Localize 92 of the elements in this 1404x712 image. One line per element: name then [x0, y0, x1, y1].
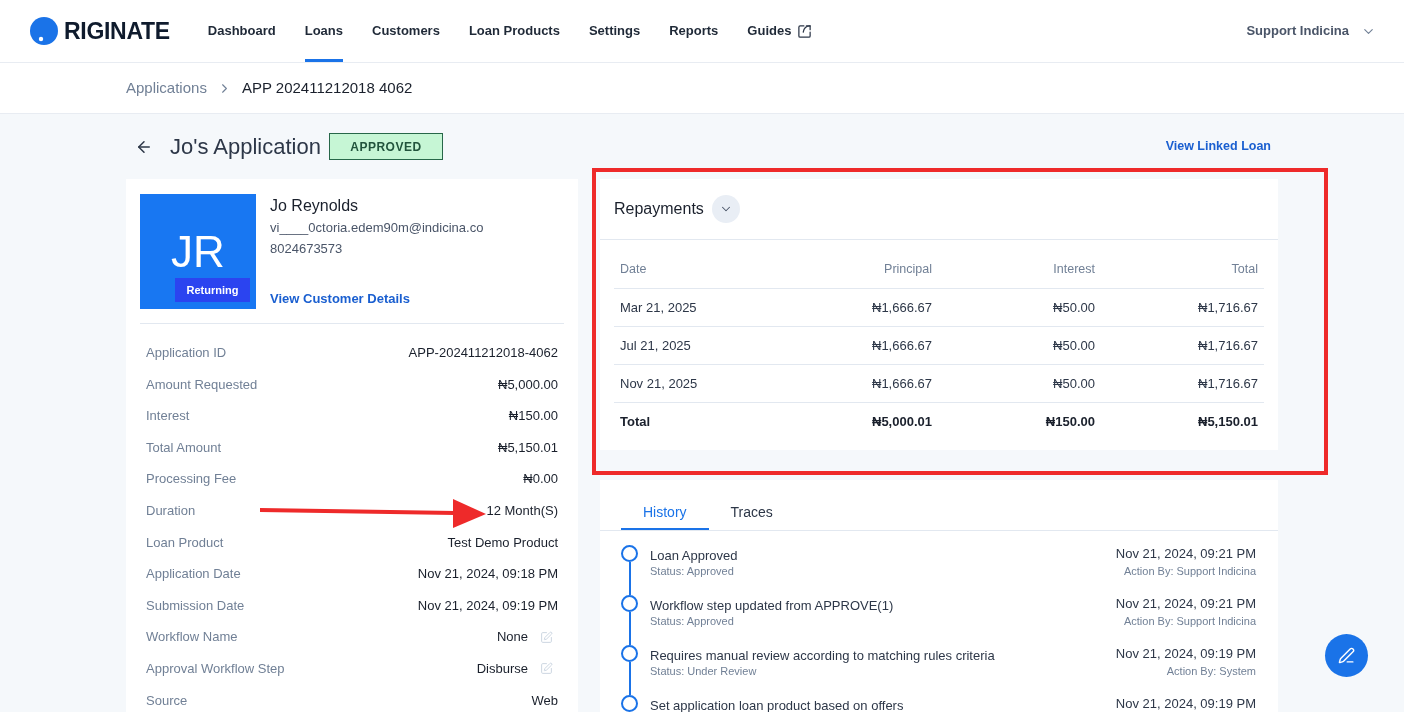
nav-link[interactable]: Settings	[588, 0, 641, 62]
timeline-connector	[628, 562, 631, 595]
total-cell-text: ₦5,000.01	[871, 413, 933, 432]
table-cell-text: ₦1,716.67	[1197, 374, 1259, 393]
detail-label: Workflow Name	[146, 628, 238, 647]
table-cell-text: ₦50.00	[1052, 298, 1096, 317]
column-header: Date	[619, 260, 648, 278]
event-time: Nov 21, 2024, 09:19 PM	[1115, 695, 1256, 712]
event-status: Status: Approved	[650, 614, 735, 629]
customer-tag: Returning	[175, 278, 250, 302]
detail-label: Processing Fee	[146, 470, 237, 489]
event-actor: Action By: Support Indicina	[1123, 564, 1256, 579]
event-title: Requires manual review according to matching rules criteria	[650, 648, 995, 664]
event-status: Status: Under Review	[650, 664, 758, 679]
detail-label: Duration	[146, 502, 196, 520]
detail-value: ₦150.00	[508, 407, 558, 426]
event-actor: Action By: System	[1166, 664, 1256, 679]
detail-value: 12 Month(S)	[486, 502, 558, 520]
detail-value: APP-202411212018-4062	[408, 344, 558, 363]
nav-link[interactable]: Loan Products	[468, 0, 560, 62]
nav-link[interactable]: Reports	[669, 0, 719, 62]
table-cell-text: Nov 21, 2025	[619, 374, 699, 393]
detail-value: Disburse	[476, 660, 528, 678]
event-actor: Action By: Support Indicina	[1123, 614, 1256, 629]
detail-value: Test Demo Product	[447, 533, 558, 552]
logo-icon	[30, 17, 58, 45]
ring-icon	[621, 595, 638, 612]
detail-label: Loan Product	[146, 533, 224, 552]
detail-label: Submission Date	[146, 596, 245, 615]
event-time: Nov 21, 2024, 09:19 PM	[1115, 645, 1256, 662]
detail-value: ₦5,000.00	[498, 375, 558, 394]
table-cell-text: ₦1,716.67	[1197, 298, 1259, 317]
detail-value: Nov 21, 2024, 09:19 PM	[417, 596, 558, 615]
ring-icon	[621, 645, 638, 662]
detail-label: Interest	[146, 407, 190, 426]
collapse-button[interactable]	[711, 195, 740, 223]
breadcrumb-link[interactable]: Applications	[126, 76, 207, 100]
tab[interactable]: History	[621, 492, 709, 530]
table-cell-text: ₦1,716.67	[1197, 336, 1259, 355]
table-cell-text: ₦50.00	[1052, 374, 1096, 393]
event-title: Loan Approved	[650, 548, 738, 564]
table-cell-text: Jul 21, 2025	[619, 336, 692, 355]
edit-icon[interactable]	[540, 630, 553, 644]
user-menu-button[interactable]: Support Indicina	[1246, 0, 1376, 62]
brand-name: RIGINATE	[64, 16, 170, 46]
customer-phone: 8024673573	[270, 240, 344, 258]
customer-name: Jo Reynolds	[270, 196, 360, 216]
linked-loan-link[interactable]: View Linked Loan	[1165, 137, 1271, 156]
nav-link[interactable]: Customers	[372, 0, 440, 62]
card-title: Repayments	[614, 199, 704, 219]
event-status: Status: Approved	[650, 564, 735, 579]
event-title: Workflow step updated from APPROVE(1)	[650, 598, 894, 614]
table-cell-text: ₦1,666.67	[871, 298, 933, 317]
detail-value: ₦0.00	[523, 470, 558, 489]
customer-details-link[interactable]: View Customer Details	[270, 288, 484, 308]
customer-email: vi____0ctoria.edem90m@indicina.co	[270, 219, 484, 237]
table-cell-text: Mar 21, 2025	[619, 298, 698, 317]
detail-label: Source	[146, 691, 188, 710]
pencil-icon	[1338, 647, 1355, 664]
avatar-initials: JR	[171, 230, 225, 274]
column-header: Interest	[1052, 260, 1096, 278]
detail-label: Total Amount	[146, 438, 222, 457]
detail-label: Application ID	[146, 344, 227, 363]
detail-value: Web	[531, 691, 558, 710]
edit-button[interactable]	[1325, 634, 1368, 677]
event-title: Set application loan product based on offers	[650, 698, 904, 712]
total-cell-text: ₦150.00	[1044, 413, 1096, 432]
tab[interactable]: Traces	[708, 492, 795, 530]
edit-icon[interactable]	[540, 662, 553, 676]
detail-label: Application Date	[146, 565, 241, 584]
detail-label: Approval Workflow Step	[146, 660, 285, 678]
status-badge: APPROVED	[328, 133, 443, 160]
timeline-connector	[628, 662, 631, 695]
detail-value: Nov 21, 2024, 09:18 PM	[417, 565, 558, 584]
detail-value: None	[496, 628, 528, 647]
detail-label: Amount Requested	[146, 375, 258, 394]
event-time: Nov 21, 2024, 09:21 PM	[1115, 595, 1256, 612]
nav-link[interactable]: Dashboard	[207, 0, 276, 62]
breadcrumb-current: APP 202411212018 4062	[241, 77, 413, 98]
event-time: Nov 21, 2024, 09:21 PM	[1115, 545, 1256, 562]
page-title: Jo's Application	[170, 133, 321, 161]
table-cell-text: ₦1,666.67	[871, 336, 933, 355]
column-header: Total	[1230, 260, 1259, 278]
table-cell-text: ₦1,666.67	[871, 374, 933, 393]
detail-value: ₦5,150.01	[498, 438, 558, 457]
table-cell-text: ₦50.00	[1052, 336, 1096, 355]
timeline-connector	[628, 612, 631, 645]
nav-link[interactable]: Guides	[747, 0, 813, 62]
total-cell-text: Total	[619, 413, 652, 432]
column-header: Principal	[883, 260, 933, 278]
total-cell-text: ₦5,150.01	[1197, 413, 1259, 432]
ring-icon	[621, 545, 638, 562]
